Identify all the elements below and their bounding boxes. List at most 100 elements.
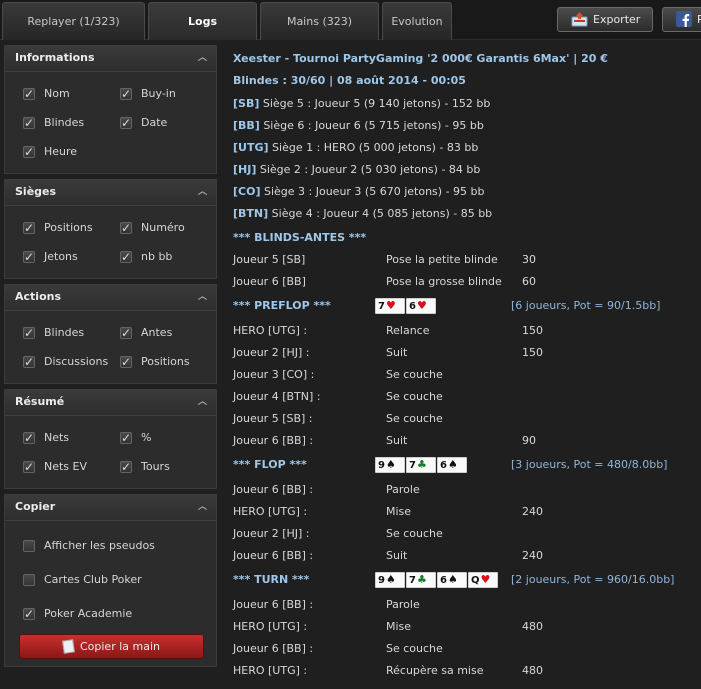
- export-button[interactable]: Exporter: [557, 7, 653, 32]
- option-poker-academie[interactable]: Poker Academie: [23, 606, 132, 622]
- option-positions[interactable]: Positions: [23, 220, 93, 236]
- facebook-button[interactable]: P: [662, 7, 701, 32]
- tab-replayer[interactable]: Replayer (1/323): [2, 2, 145, 40]
- checkbox-icon[interactable]: [23, 220, 35, 236]
- option-label: Nom: [44, 87, 70, 100]
- checkbox-icon[interactable]: [120, 354, 132, 370]
- action-row: Joueur 6 [BB] Pose la grosse blinde 60: [233, 275, 536, 288]
- option-nets[interactable]: Nets: [23, 430, 69, 446]
- panel-informations: Informations ︿ Nom Buy-in Blindes Date H…: [4, 45, 217, 174]
- action-row: HERO [UTG] : Mise 240: [233, 505, 543, 518]
- tab-evolution[interactable]: Evolution: [382, 2, 452, 40]
- option-label: Heure: [44, 145, 78, 158]
- hand-log: Xeester - Tournoi PartyGaming '2 000€ Ga…: [222, 41, 701, 689]
- option-label: nb bb: [141, 250, 173, 263]
- seat-line: [BTN] Siège 4 : Joueur 4 (5 085 jetons) …: [233, 207, 493, 220]
- option-discussions[interactable]: Discussions: [23, 354, 108, 370]
- action-row: Joueur 6 [BB] : Suit 90: [233, 434, 536, 447]
- tab-mains[interactable]: Mains (323): [260, 2, 379, 40]
- action-row: Joueur 5 [SB] : Se couche: [233, 412, 443, 425]
- panel-header[interactable]: Copier ︿: [5, 495, 216, 521]
- option-nom[interactable]: Nom: [23, 86, 70, 102]
- street-title-flop: *** FLOP ***: [233, 458, 307, 471]
- option-antes[interactable]: Antes: [120, 325, 172, 341]
- checkbox-icon[interactable]: [23, 249, 35, 265]
- panel-copier: Copier ︿ Afficher les pseudos Cartes Clu…: [4, 494, 217, 667]
- export-label: Exporter: [593, 13, 641, 26]
- copy-hand-label: Copier la main: [79, 640, 160, 653]
- collapse-chevron-icon[interactable]: ︿: [198, 390, 207, 414]
- facebook-icon: [676, 11, 692, 27]
- collapse-chevron-icon[interactable]: ︿: [198, 495, 207, 519]
- checkbox-icon[interactable]: [120, 325, 132, 341]
- option-blindes[interactable]: Blindes: [23, 325, 84, 341]
- option-nets-ev[interactable]: Nets EV: [23, 459, 87, 475]
- checkbox-icon[interactable]: [23, 86, 35, 102]
- collapse-chevron-icon[interactable]: ︿: [198, 46, 207, 70]
- option-label: Jetons: [44, 250, 78, 263]
- seat-line: [BB] Siège 6 : Joueur 6 (5 715 jetons) -…: [233, 119, 484, 132]
- option-label: Nets EV: [44, 460, 88, 473]
- option-blindes[interactable]: Blindes: [23, 115, 84, 131]
- option-label: Nets: [44, 431, 70, 444]
- checkbox-icon[interactable]: [120, 86, 132, 102]
- option-percent[interactable]: %: [120, 430, 151, 446]
- option-label: Afficher les pseudos: [44, 539, 155, 552]
- street-title-preflop: *** PREFLOP ***: [233, 299, 331, 312]
- seat-line: [CO] Siège 3 : Joueur 3 (5 670 jetons) -…: [233, 185, 485, 198]
- option-label: Cartes Club Poker: [44, 573, 142, 586]
- panel-header[interactable]: Résumé ︿: [5, 390, 216, 416]
- facebook-label: P: [697, 13, 701, 26]
- option-date[interactable]: Date: [120, 115, 167, 131]
- option-label: Discussions: [44, 355, 109, 368]
- option-jetons[interactable]: Jetons: [23, 249, 78, 265]
- action-row: HERO [UTG] : Mise 480: [233, 620, 543, 633]
- checkbox-icon[interactable]: [23, 354, 35, 370]
- option-label: %: [141, 431, 152, 444]
- checkbox-icon[interactable]: [23, 115, 35, 131]
- checkbox-icon[interactable]: [120, 249, 132, 265]
- option-label: Buy-in: [141, 87, 176, 100]
- checkbox-icon[interactable]: [120, 459, 132, 475]
- action-row: Joueur 3 [CO] : Se couche: [233, 368, 443, 381]
- option-label: Positions: [141, 355, 190, 368]
- collapse-chevron-icon[interactable]: ︿: [198, 180, 207, 204]
- panel-header[interactable]: Sièges ︿: [5, 180, 216, 206]
- option-label: Positions: [44, 221, 93, 234]
- option-buyin[interactable]: Buy-in: [120, 86, 176, 102]
- panel-header[interactable]: Actions ︿: [5, 285, 216, 311]
- checkbox-icon[interactable]: [23, 459, 35, 475]
- tab-logs[interactable]: Logs: [148, 2, 257, 40]
- checkbox-icon[interactable]: [23, 606, 35, 622]
- checkbox-icon[interactable]: [120, 430, 132, 446]
- copy-hand-button[interactable]: Copier la main: [19, 634, 204, 659]
- collapse-chevron-icon[interactable]: ︿: [198, 285, 207, 309]
- checkbox-icon[interactable]: [120, 220, 132, 236]
- option-cartes-club-poker[interactable]: Cartes Club Poker: [23, 572, 142, 588]
- checkbox-icon[interactable]: [23, 430, 35, 446]
- option-positions[interactable]: Positions: [120, 354, 190, 370]
- checkbox-icon[interactable]: [23, 540, 35, 552]
- option-tours[interactable]: Tours: [120, 459, 170, 475]
- checkbox-icon[interactable]: [23, 574, 35, 586]
- panel-header[interactable]: Informations ︿: [5, 46, 216, 72]
- option-afficher-pseudos[interactable]: Afficher les pseudos: [23, 538, 155, 554]
- panel-actions: Actions ︿ Blindes Antes Discussions Posi…: [4, 284, 217, 384]
- option-label: Antes: [141, 326, 173, 339]
- street-title-turn: *** TURN ***: [233, 573, 310, 586]
- option-numero[interactable]: Numéro: [120, 220, 185, 236]
- option-heure[interactable]: Heure: [23, 144, 77, 160]
- checkbox-icon[interactable]: [23, 325, 35, 341]
- top-tab-bar: Replayer (1/323) Logs Mains (323) Evolut…: [0, 0, 701, 40]
- option-nb-bb[interactable]: nb bb: [120, 249, 172, 265]
- playing-card: 7♥: [375, 298, 405, 314]
- panel-sieges: Sièges ︿ Positions Numéro Jetons nb bb: [4, 179, 217, 279]
- document-icon: [62, 639, 75, 654]
- action-row: Joueur 6 [BB] : Parole: [233, 483, 420, 496]
- pot-info: [6 joueurs, Pot = 90/1.5bb]: [511, 299, 661, 312]
- action-row: Joueur 6 [BB] : Se couche: [233, 642, 443, 655]
- checkbox-icon[interactable]: [120, 115, 132, 131]
- panel-title: Résumé: [15, 395, 65, 408]
- checkbox-icon[interactable]: [23, 144, 35, 160]
- panel-title: Copier: [15, 500, 56, 513]
